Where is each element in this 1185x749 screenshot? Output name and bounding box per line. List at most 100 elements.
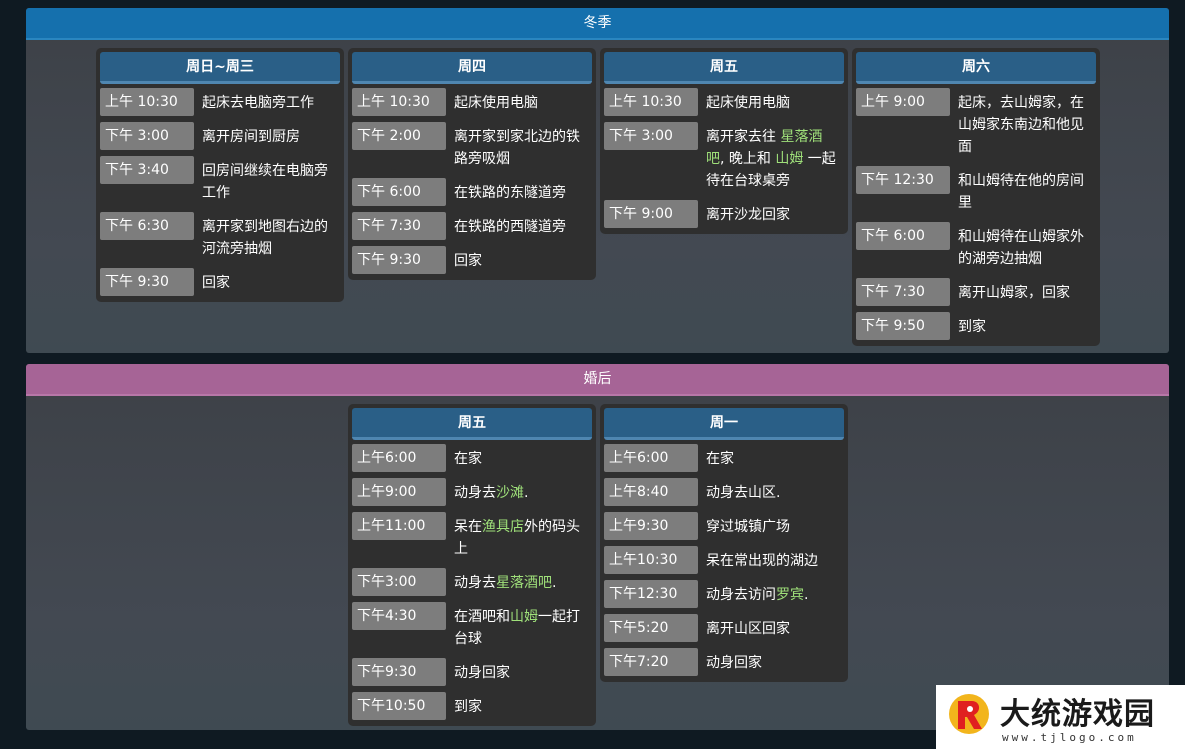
schedule-row: 下午12:30 动身去访问罗宾. (604, 580, 844, 610)
schedule-row: 下午4:30 在酒吧和山姆一起打台球 (352, 602, 592, 654)
time-cell: 上午11:00 (352, 512, 446, 540)
time-cell: 下午7:20 (604, 648, 698, 676)
winter-section: 冬季 周日~周三 上午 10:30 起床去电脑旁工作 下午 3:00 离开房间到… (26, 8, 1169, 353)
schedule-row: 下午9:30 动身回家 (352, 658, 592, 688)
activity-text-part: . (552, 575, 557, 591)
activity-text: 动身去访问罗宾. (698, 580, 814, 610)
time-cell: 下午 12:30 (856, 166, 950, 194)
schedule-row: 上午8:40 动身去山区. (604, 478, 844, 508)
activity-text: 离开家到家北边的铁路旁吸烟 (454, 129, 580, 167)
time-cell: 下午 9:30 (352, 246, 446, 274)
saloon-link[interactable]: 星落酒吧 (496, 575, 552, 591)
married-column-fri: 周五 上午6:00 在家 上午9:00 动身去沙滩. 上午11:00 呆在渔具店… (348, 404, 596, 726)
time-cell: 下午10:50 (352, 692, 446, 720)
time-cell: 下午 6:00 (352, 178, 446, 206)
schedule-row: 下午10:50 到家 (352, 692, 592, 722)
activity-text: 起床去电脑旁工作 (202, 95, 314, 111)
schedule-row: 下午 3:00 离开房间到厨房 (100, 122, 340, 152)
schedule-row: 上午 9:00 起床，去山姆家，在山姆家东南边和他见面 (856, 88, 1096, 162)
time-cell: 下午12:30 (604, 580, 698, 608)
schedule-row: 下午 3:40 回房间继续在电脑旁工作 (100, 156, 340, 208)
activity-text: 离开山姆家，回家 (958, 285, 1070, 301)
time-cell: 上午 10:30 (352, 88, 446, 116)
activity-text: 动身去山区. (706, 485, 781, 501)
schedule-row: 上午6:00 在家 (604, 444, 844, 474)
schedule-row: 下午 9:50 到家 (856, 312, 1096, 342)
activity-text: 在家 (706, 451, 734, 467)
schedule-row: 下午 9:30 回家 (352, 246, 592, 276)
fish-shop-link[interactable]: 渔具店 (482, 519, 524, 535)
activity-text: 离开山区回家 (706, 621, 790, 637)
schedule-row: 下午 3:00 离开家去往 星落酒吧, 晚上和 山姆 一起待在台球桌旁 (604, 122, 844, 196)
activity-text-part: 在酒吧和 (454, 609, 510, 625)
activity-text: 在家 (454, 451, 482, 467)
schedule-row: 下午3:00 动身去星落酒吧. (352, 568, 592, 598)
activity-text: 穿过城镇广场 (706, 519, 790, 535)
time-cell: 上午6:00 (352, 444, 446, 472)
beach-link[interactable]: 沙滩 (496, 485, 524, 501)
schedule-column-sun-wed: 周日~周三 上午 10:30 起床去电脑旁工作 下午 3:00 离开房间到厨房 … (96, 48, 344, 302)
activity-text: 起床，去山姆家，在山姆家东南边和他见面 (958, 95, 1084, 155)
activity-text-part: 动身去访问 (706, 587, 776, 603)
activity-text: 和山姆待在山姆家外的湖旁边抽烟 (958, 229, 1084, 267)
schedule-row: 上午6:00 在家 (352, 444, 592, 474)
activity-text-part: , 晚上和 (720, 151, 776, 167)
activity-text: 在铁路的东隧道旁 (454, 185, 566, 201)
activity-text: 在铁路的西隧道旁 (454, 219, 566, 235)
schedule-row: 上午 10:30 起床使用电脑 (604, 88, 844, 118)
married-column-mon: 周一 上午6:00 在家 上午8:40 动身去山区. 上午9:30 穿过城镇广场… (600, 404, 848, 682)
time-cell: 下午 7:30 (352, 212, 446, 240)
schedule-column-fri: 周五 上午 10:30 起床使用电脑 下午 3:00 离开家去往 星落酒吧, 晚… (600, 48, 848, 234)
schedule-row: 下午 12:30 和山姆待在他的房间里 (856, 166, 1096, 218)
time-cell: 上午 9:00 (856, 88, 950, 116)
activity-text-part: 呆在 (454, 519, 482, 535)
time-cell: 上午9:30 (604, 512, 698, 540)
activity-text: 回家 (202, 275, 230, 291)
activity-text: 到家 (454, 699, 482, 715)
day-header: 周日~周三 (100, 52, 340, 84)
time-cell: 下午 9:30 (100, 268, 194, 296)
schedule-row: 上午9:00 动身去沙滩. (352, 478, 592, 508)
schedule-row: 下午 6:00 在铁路的东隧道旁 (352, 178, 592, 208)
activity-text: 动身去星落酒吧. (446, 568, 562, 598)
time-cell: 下午 3:40 (100, 156, 194, 184)
activity-text: 动身回家 (706, 655, 762, 671)
activity-text: 和山姆待在他的房间里 (958, 173, 1084, 211)
activity-text: 离开房间到厨房 (202, 129, 300, 145)
activity-text-part: . (524, 485, 529, 501)
activity-text: 回家 (454, 253, 482, 269)
day-header: 周四 (352, 52, 592, 84)
schedule-row: 上午10:30 呆在常出现的湖边 (604, 546, 844, 576)
watermark-brand: 大统游戏园 (1000, 697, 1155, 732)
schedule-row: 上午11:00 呆在渔具店外的码头上 (352, 512, 592, 564)
brand-logo-icon (949, 694, 989, 734)
schedule-row: 下午 2:00 离开家到家北边的铁路旁吸烟 (352, 122, 592, 174)
schedule-row: 下午 7:30 离开山姆家，回家 (856, 278, 1096, 308)
schedule-row: 上午 10:30 起床使用电脑 (352, 88, 592, 118)
time-cell: 下午 9:00 (604, 200, 698, 228)
watermark-url: www.tjlogo.com (1002, 731, 1137, 744)
time-cell: 下午 3:00 (604, 122, 698, 150)
schedule-column-thu: 周四 上午 10:30 起床使用电脑 下午 2:00 离开家到家北边的铁路旁吸烟… (348, 48, 596, 280)
day-header: 周五 (352, 408, 592, 440)
sam-link[interactable]: 山姆 (510, 609, 538, 625)
activity-text: 动身去沙滩. (446, 478, 534, 508)
time-cell: 上午10:30 (604, 546, 698, 574)
time-cell: 下午9:30 (352, 658, 446, 686)
robin-link[interactable]: 罗宾 (776, 587, 804, 603)
schedule-row: 下午 6:00 和山姆待在山姆家外的湖旁边抽烟 (856, 222, 1096, 274)
day-header: 周五 (604, 52, 844, 84)
time-cell: 下午 2:00 (352, 122, 446, 150)
activity-text: 在酒吧和山姆一起打台球 (446, 602, 592, 654)
time-cell: 下午4:30 (352, 602, 446, 630)
activity-text: 起床使用电脑 (706, 95, 790, 111)
activity-text: 呆在渔具店外的码头上 (446, 512, 592, 564)
time-cell: 上午6:00 (604, 444, 698, 472)
activity-text: 起床使用电脑 (454, 95, 538, 111)
activity-text: 回房间继续在电脑旁工作 (202, 163, 328, 201)
time-cell: 上午 10:30 (604, 88, 698, 116)
activity-text-part: 动身去 (454, 485, 496, 501)
sam-link[interactable]: 山姆 (775, 151, 803, 167)
schedule-row: 下午 9:30 回家 (100, 268, 340, 298)
activity-text: 离开沙龙回家 (706, 207, 790, 223)
